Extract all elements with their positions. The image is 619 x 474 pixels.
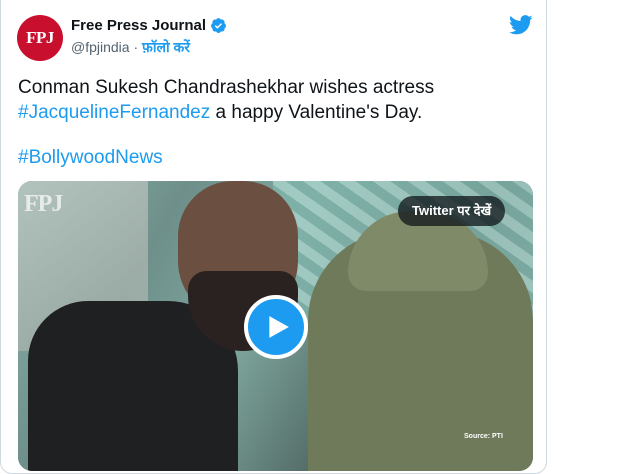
account-handle-row: @fpjindia · फ़ॉलो करें [71,38,190,57]
source-credit: Source: PTI [464,433,503,440]
tweet-line-1: Conman Sukesh Chandrashekhar wishes actr… [18,77,435,98]
embedded-tweet-card[interactable]: FPJ Free Press Journal @fpjindia · फ़ॉलो… [0,0,547,474]
fpj-watermark: FPJ [24,191,63,217]
tweet-line-2-rest: a happy Valentine's Day. [210,102,423,123]
view-on-twitter-button[interactable]: Twitter पर देखें [398,196,506,226]
twitter-bird-icon[interactable] [509,15,533,35]
play-icon [269,316,289,338]
account-name[interactable]: Free Press Journal [71,17,206,34]
follow-button[interactable]: फ़ॉलो करें [142,39,190,55]
separator: · [133,39,139,55]
tweet-text: Conman Sukesh Chandrashekhar wishes actr… [18,75,533,170]
account-handle[interactable]: @fpjindia [71,39,130,55]
video-player[interactable]: FPJ Twitter पर देखें Source: PTI [18,181,533,471]
hashtag-jacquelinefernandez[interactable]: #JacquelineFernandez [18,102,210,123]
play-button[interactable] [244,295,308,359]
avatar-logo-text: FPJ [26,28,54,47]
avatar[interactable]: FPJ [17,15,63,61]
hashtag-bollywoodnews[interactable]: #BollywoodNews [18,145,533,170]
tweet-line-2: #JacquelineFernandez a happy Valentine's… [18,100,533,125]
verified-badge-icon [211,18,227,33]
account-name-row: Free Press Journal [71,17,227,34]
